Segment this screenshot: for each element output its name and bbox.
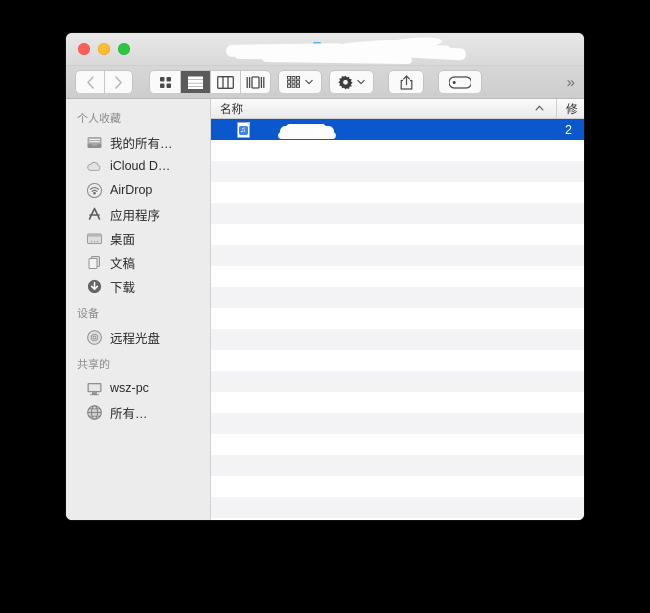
table-row-empty bbox=[211, 371, 584, 392]
table-row-empty bbox=[211, 392, 584, 413]
file-list: 名称 修 ♫ .ipa 2 bbox=[211, 99, 584, 520]
sidebar-item-label: 文稿 bbox=[110, 256, 136, 271]
sidebar-item-remote-disc[interactable]: 远程光盘 bbox=[66, 325, 210, 349]
sidebar-item-wsz-pc[interactable]: wsz-pc bbox=[66, 376, 210, 400]
navigation-buttons bbox=[76, 71, 132, 93]
sidebar-section-header: 共享的 bbox=[77, 359, 110, 371]
folder-icon bbox=[313, 42, 332, 57]
desktop-icon bbox=[87, 233, 102, 244]
forward-button[interactable] bbox=[104, 71, 132, 93]
network-globe-icon bbox=[87, 404, 102, 420]
table-row-empty bbox=[211, 287, 584, 308]
view-mode-buttons bbox=[150, 71, 270, 93]
file-date-cell: 2 bbox=[565, 122, 572, 137]
sidebar-item-label: AirDrop bbox=[110, 183, 153, 197]
table-row-empty bbox=[211, 434, 584, 455]
applications-icon bbox=[88, 207, 101, 220]
gear-icon bbox=[338, 75, 353, 89]
column-header-date-label: 修 bbox=[566, 103, 578, 116]
file-name-cell: ♫ .ipa bbox=[211, 121, 556, 139]
table-row-empty bbox=[211, 497, 584, 518]
table-row-empty bbox=[211, 203, 584, 224]
sidebar-item-documents[interactable]: 文稿 bbox=[66, 250, 210, 274]
chevron-down-icon bbox=[305, 79, 313, 85]
finder-toolbar: » bbox=[66, 66, 584, 99]
sidebar-item-label: 下载 bbox=[110, 280, 136, 295]
action-menu-button[interactable] bbox=[330, 71, 373, 93]
grid-icon bbox=[159, 76, 171, 88]
sidebar-item-all-my-files[interactable]: 我的所有… bbox=[66, 130, 210, 154]
chevron-down-icon bbox=[357, 79, 365, 85]
sidebar-item-label: 应用程序 bbox=[110, 208, 161, 223]
finder-window: » 个人收藏 我的所有… iCloud D… AirDrop 应用程序 桌面 文… bbox=[66, 33, 584, 520]
window-title bbox=[66, 33, 584, 66]
sidebar: 个人收藏 我的所有… iCloud D… AirDrop 应用程序 桌面 文稿 … bbox=[66, 99, 211, 520]
table-row-empty bbox=[211, 266, 584, 287]
icon-view-button[interactable] bbox=[150, 71, 180, 93]
table-row-empty bbox=[211, 455, 584, 476]
sidebar-item-airdrop[interactable]: AirDrop bbox=[66, 178, 210, 202]
chevron-right-icon bbox=[115, 75, 122, 89]
column-view-button[interactable] bbox=[210, 71, 240, 93]
table-row-empty bbox=[211, 182, 584, 203]
back-button[interactable] bbox=[76, 71, 104, 93]
gallery-icon bbox=[246, 75, 265, 89]
list-icon bbox=[188, 76, 203, 89]
share-button[interactable] bbox=[389, 71, 423, 93]
share-icon bbox=[400, 74, 412, 90]
sidebar-item-downloads[interactable]: 下载 bbox=[66, 274, 210, 298]
column-header-date-modified[interactable]: 修 bbox=[556, 99, 584, 119]
sidebar-item-label: iCloud D… bbox=[110, 159, 171, 173]
sort-ascending-icon bbox=[535, 105, 544, 111]
sidebar-item-applications[interactable]: 应用程序 bbox=[66, 202, 210, 226]
sidebar-item-desktop[interactable]: 桌面 bbox=[66, 226, 210, 250]
tag-button[interactable] bbox=[439, 71, 481, 93]
sidebar-item-label: wsz-pc bbox=[110, 381, 149, 395]
tag-icon bbox=[449, 75, 471, 89]
disc-icon bbox=[87, 329, 102, 345]
arrange-button[interactable] bbox=[279, 71, 321, 93]
table-row-empty bbox=[211, 476, 584, 497]
all-my-files-icon bbox=[87, 136, 102, 148]
sidebar-section-header: 设备 bbox=[77, 308, 99, 320]
window-body: 个人收藏 我的所有… iCloud D… AirDrop 应用程序 桌面 文稿 … bbox=[66, 99, 584, 520]
table-row-empty bbox=[211, 329, 584, 350]
sidebar-item-label: 远程光盘 bbox=[110, 331, 161, 346]
table-row-empty bbox=[211, 245, 584, 266]
table-row-empty bbox=[211, 224, 584, 245]
table-row-empty bbox=[211, 350, 584, 371]
column-header-name-label: 名称 bbox=[220, 103, 243, 116]
arrange-icon bbox=[287, 76, 300, 88]
sidebar-item-label: 我的所有… bbox=[110, 136, 173, 151]
list-view-button[interactable] bbox=[180, 71, 210, 93]
gallery-view-button[interactable] bbox=[240, 71, 270, 93]
sidebar-item-label: 桌面 bbox=[110, 232, 136, 247]
sidebar-item-label: 所有… bbox=[110, 406, 148, 421]
file-list-rows: ♫ .ipa 2 bbox=[211, 119, 584, 518]
chevron-left-icon bbox=[86, 75, 94, 89]
display-icon bbox=[87, 382, 102, 395]
window-title-bar[interactable] bbox=[66, 33, 584, 66]
toolbar-overflow-button[interactable]: » bbox=[559, 75, 575, 90]
table-row-empty bbox=[211, 308, 584, 329]
sidebar-section-header: 个人收藏 bbox=[77, 113, 121, 125]
table-row-empty bbox=[211, 413, 584, 434]
ipa-file-icon: ♫ bbox=[237, 121, 250, 138]
sidebar-item-icloud-drive[interactable]: iCloud D… bbox=[66, 154, 210, 178]
table-row[interactable]: ♫ .ipa 2 bbox=[211, 119, 584, 140]
column-header-name[interactable]: 名称 bbox=[211, 99, 556, 119]
table-row-empty bbox=[211, 161, 584, 182]
file-list-header: 名称 修 bbox=[211, 99, 584, 119]
columns-icon bbox=[217, 75, 234, 89]
documents-icon bbox=[88, 255, 100, 269]
table-row-empty bbox=[211, 140, 584, 161]
downloads-icon bbox=[87, 279, 102, 293]
cloud-icon bbox=[87, 161, 101, 171]
sidebar-item-all[interactable]: 所有… bbox=[66, 400, 210, 424]
airdrop-icon bbox=[86, 182, 103, 198]
file-name-label: .ipa bbox=[312, 122, 333, 137]
